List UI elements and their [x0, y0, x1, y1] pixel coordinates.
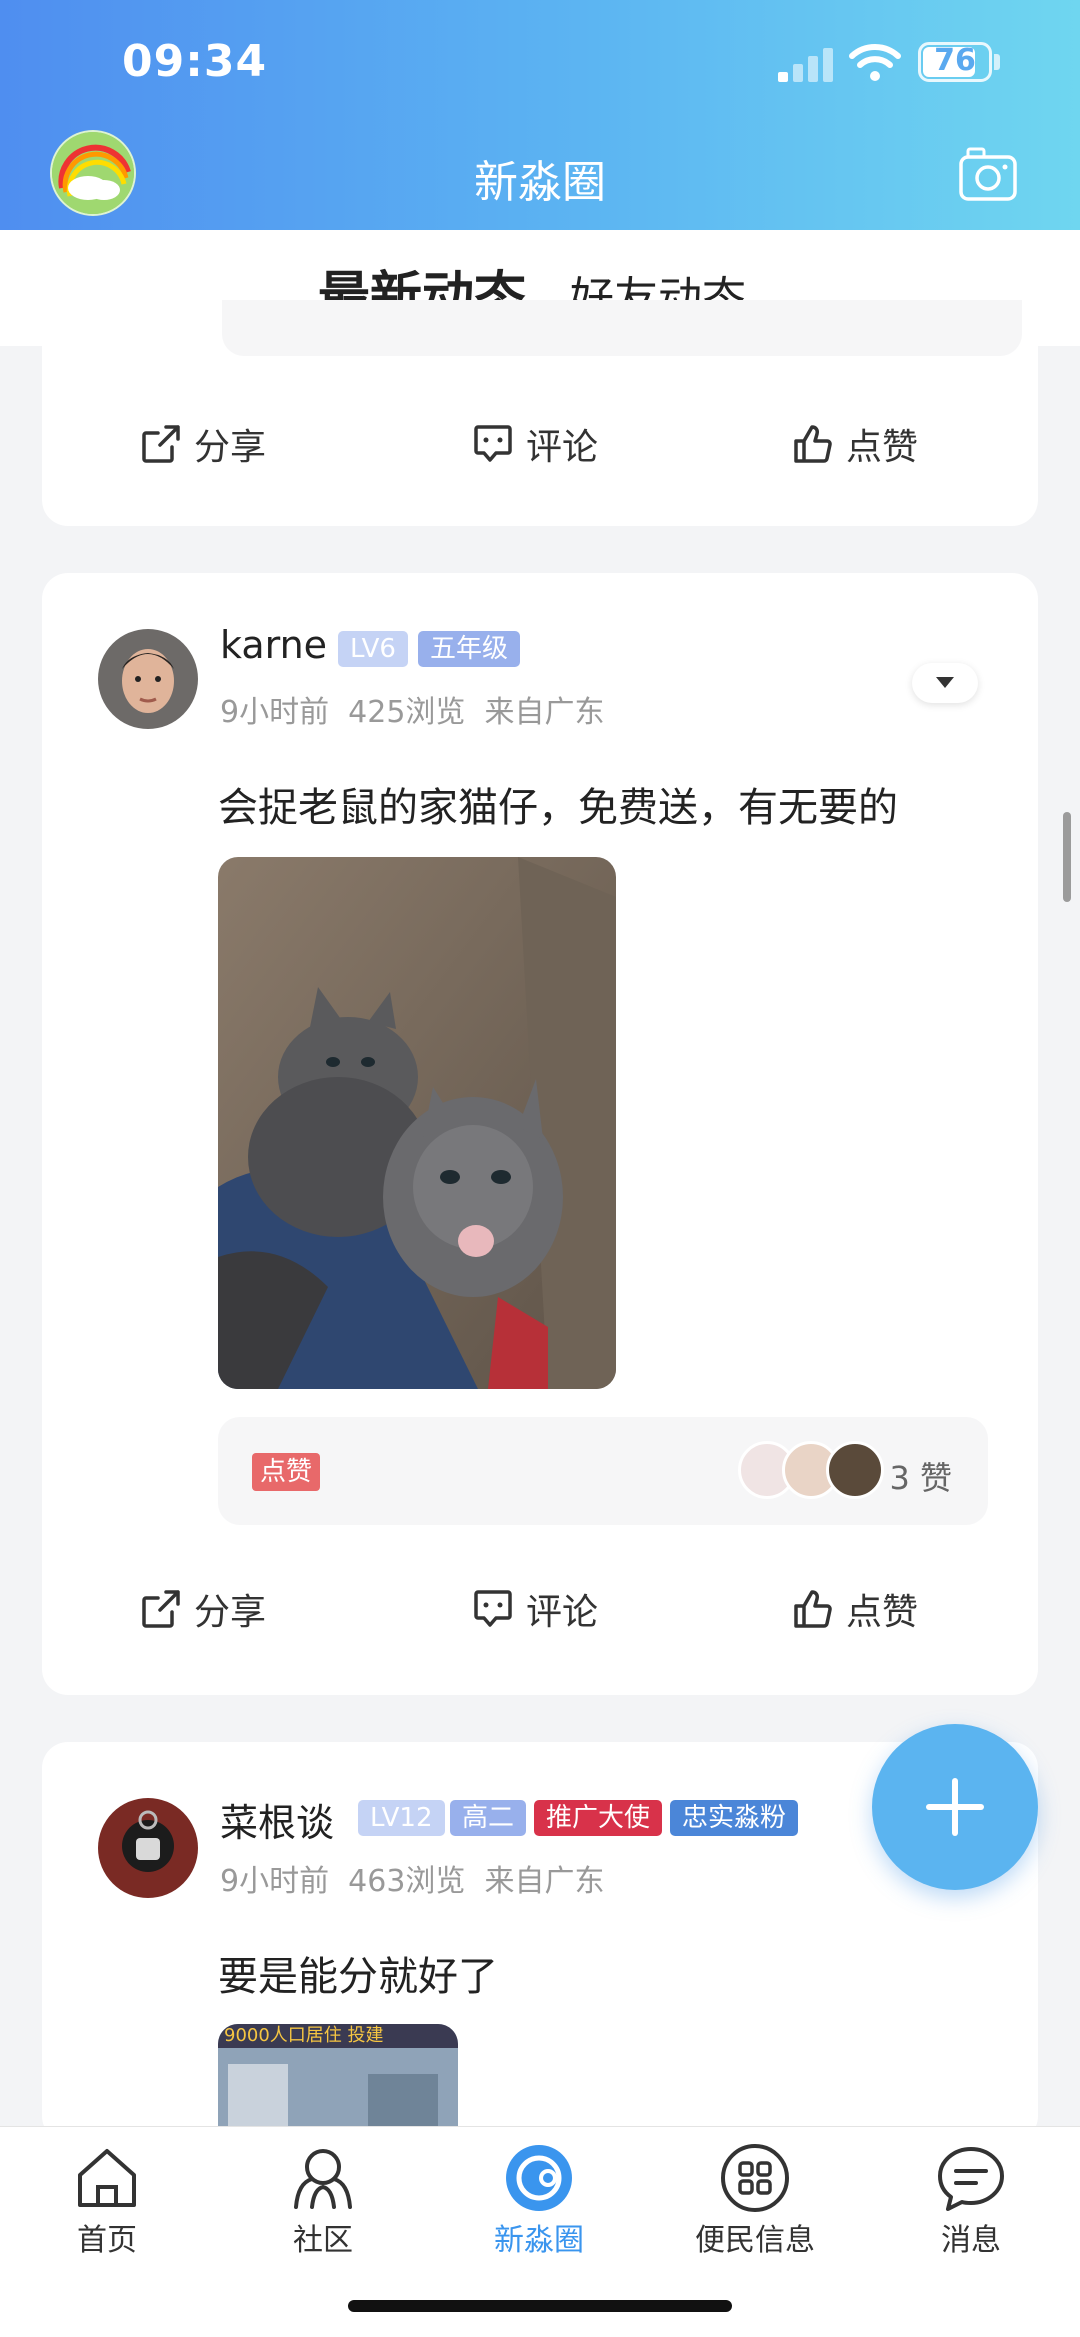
post-meta: 9小时前 463浏览 来自广东 — [220, 1856, 605, 1900]
add-post-button[interactable] — [872, 1724, 1038, 1890]
scrollbar[interactable] — [1063, 812, 1071, 902]
nav-circle-label: 新淼圈 — [494, 2223, 584, 2258]
post-views: 425浏览 — [348, 695, 466, 730]
post-time: 9小时前 — [220, 1864, 330, 1899]
home-icon — [78, 2149, 136, 2207]
like-count[interactable]: 3 赞 — [889, 1453, 952, 1499]
comment-button[interactable]: 评论 — [472, 404, 598, 484]
post-image[interactable] — [218, 857, 616, 1389]
grade-badge: 高二 — [450, 1800, 527, 1836]
status-time: 09:34 — [122, 36, 268, 87]
like-label: 点赞 — [846, 427, 919, 468]
comment-icon — [474, 425, 512, 462]
nav-community-label: 社区 — [293, 2223, 353, 2258]
share-icon — [142, 1590, 180, 1628]
post-time: 9小时前 — [220, 695, 330, 730]
post-location: 来自广东 — [484, 1864, 605, 1899]
author-name[interactable]: karne — [220, 623, 327, 667]
message-icon — [938, 2147, 1004, 2211]
battery-level: 76 — [934, 43, 976, 78]
like-label: 点赞 — [846, 1592, 919, 1633]
post-text: 会捉老鼠的家猫仔，免费送，有无要的 — [218, 785, 898, 831]
like-button[interactable]: 点赞 — [792, 404, 918, 484]
image-caption: 9000人口居住 投建 — [218, 2024, 458, 2048]
author-name[interactable]: 菜根谈 — [220, 1792, 334, 1847]
nav-messages[interactable]: 消息 — [886, 2143, 1056, 2259]
comment-label: 评论 — [526, 427, 599, 468]
more-dropdown[interactable] — [912, 663, 978, 703]
liker-avatar — [826, 1441, 884, 1499]
wifi-icon — [849, 44, 901, 81]
post-actions: 分享 评论 点赞 — [42, 404, 1038, 484]
like-tag: 点赞 — [252, 1453, 321, 1491]
share-icon — [142, 425, 180, 463]
post-card: karne LV6 五年级 9小时前 425浏览 来自广东 会捉老鼠的家猫仔，免… — [42, 573, 1038, 1695]
share-label: 分享 — [194, 1592, 267, 1633]
grade-badge: 五年级 — [418, 631, 521, 667]
camera-icon[interactable] — [958, 145, 1018, 205]
community-icon — [294, 2149, 352, 2209]
post-text: 要是能分就好了 — [218, 1954, 498, 2000]
app-header: 09:34 76 新淼圈 — [0, 0, 1080, 230]
author-avatar[interactable] — [98, 629, 198, 729]
fan-badge: 忠实淼粉 — [670, 1800, 799, 1836]
nav-services-label: 便民信息 — [695, 2223, 815, 2258]
thumbs-up-icon — [794, 425, 832, 463]
comment-label: 评论 — [526, 1592, 599, 1633]
share-button[interactable]: 分享 — [140, 1569, 266, 1649]
nav-messages-label: 消息 — [941, 2223, 1001, 2258]
comment-button[interactable]: 评论 — [472, 1569, 598, 1649]
like-button[interactable]: 点赞 — [792, 1569, 918, 1649]
post-actions: 分享 评论 点赞 — [42, 1569, 1038, 1649]
signal-icon — [778, 48, 834, 82]
share-button[interactable]: 分享 — [140, 404, 266, 484]
liker-avatars[interactable] — [738, 1441, 884, 1499]
nav-community[interactable]: 社区 — [238, 2143, 408, 2259]
like-box: 点赞 3 赞 — [218, 1417, 988, 1525]
level-badge: LV6 — [338, 631, 408, 667]
like-box — [222, 300, 1022, 356]
level-badge: LV12 — [358, 1800, 445, 1836]
thumbs-up-icon — [794, 1590, 832, 1628]
nav-home[interactable]: 首页 — [22, 2143, 192, 2259]
post-meta: 9小时前 425浏览 来自广东 — [220, 687, 605, 731]
nav-circle[interactable]: 新淼圈 — [454, 2143, 624, 2259]
page-title: 新淼圈 — [474, 157, 606, 208]
circle-icon — [506, 2145, 572, 2211]
nav-services[interactable]: 便民信息 — [670, 2143, 840, 2259]
nav-home-label: 首页 — [77, 2223, 137, 2258]
grid-icon — [721, 2144, 789, 2212]
home-indicator — [348, 2300, 732, 2312]
comment-icon — [474, 1590, 512, 1627]
author-avatar[interactable] — [98, 1798, 198, 1898]
promoter-badge: 推广大使 — [534, 1800, 663, 1836]
post-views: 463浏览 — [348, 1864, 466, 1899]
share-label: 分享 — [194, 427, 267, 468]
post-location: 来自广东 — [484, 695, 605, 730]
post-card: 分享 评论 点赞 — [42, 300, 1038, 526]
battery-icon: 76 — [918, 42, 992, 82]
